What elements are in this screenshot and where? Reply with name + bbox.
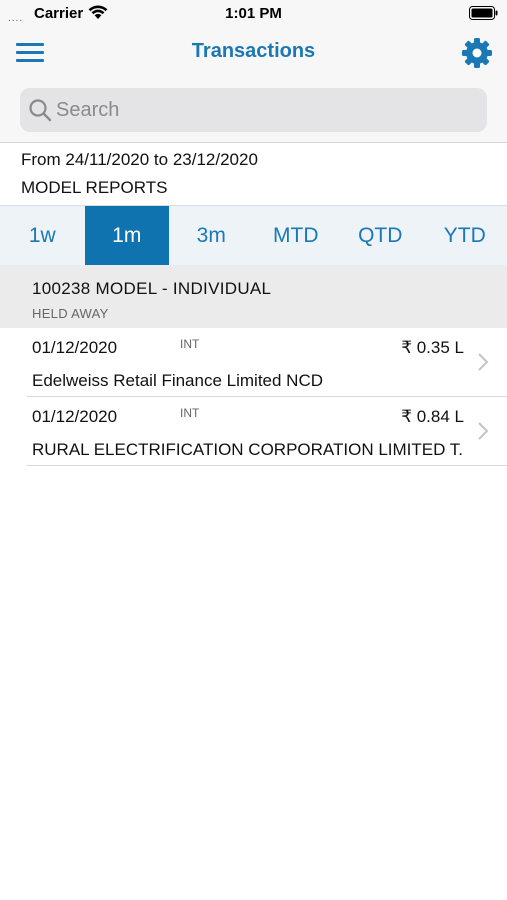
search-icon — [28, 98, 52, 122]
transaction-type: INT — [180, 337, 200, 351]
page-title: Transactions — [191, 40, 316, 62]
search-bar-container — [0, 78, 507, 142]
transaction-amount: ₹ 0.84 L — [401, 407, 464, 426]
account-subtitle: HELD AWAY — [32, 306, 109, 321]
navigation-bar: Transactions — [0, 28, 507, 78]
report-name-label: MODEL REPORTS — [21, 178, 168, 197]
tab-1w[interactable]: 1w — [0, 206, 85, 265]
tab-ytd[interactable]: YTD — [423, 206, 507, 265]
divider — [0, 142, 507, 143]
period-tabs: 1w 1m 3m MTD QTD YTD — [0, 205, 507, 265]
tab-3m[interactable]: 3m — [169, 206, 254, 265]
transaction-security-name: RURAL ELECTRIFICATION CORPORATION LIMITE… — [32, 440, 464, 459]
clock-time: 1:01 PM — [225, 5, 282, 22]
transaction-date: 01/12/2020 — [32, 407, 118, 426]
tab-qtd[interactable]: QTD — [338, 206, 423, 265]
account-group-header: 100238 MODEL - INDIVIDUAL HELD AWAY — [0, 265, 507, 328]
gear-icon[interactable] — [459, 35, 495, 71]
battery-icon — [469, 6, 499, 25]
account-title: 100238 MODEL - INDIVIDUAL — [32, 279, 272, 298]
transaction-type: INT — [180, 406, 200, 420]
transaction-row[interactable]: 01/12/2020 INT ₹ 0.84 L RURAL ELECTRIFIC… — [0, 397, 507, 466]
chevron-right-icon — [477, 421, 489, 441]
transaction-row[interactable]: 01/12/2020 INT ₹ 0.35 L Edelweiss Retail… — [0, 328, 507, 397]
transaction-date: 01/12/2020 — [32, 338, 118, 357]
tab-1m[interactable]: 1m — [84, 206, 169, 265]
chevron-right-icon — [477, 352, 489, 372]
search-input[interactable] — [56, 96, 456, 124]
tab-mtd[interactable]: MTD — [254, 206, 339, 265]
transaction-amount: ₹ 0.35 L — [401, 338, 464, 357]
status-bar: .... Carrier 1:01 PM — [0, 0, 507, 28]
row-divider — [27, 465, 507, 466]
date-range-label: From 24/11/2020 to 23/12/2020 — [21, 150, 258, 169]
search-field[interactable] — [20, 88, 487, 132]
transaction-security-name: Edelweiss Retail Finance Limited NCD — [32, 371, 324, 390]
